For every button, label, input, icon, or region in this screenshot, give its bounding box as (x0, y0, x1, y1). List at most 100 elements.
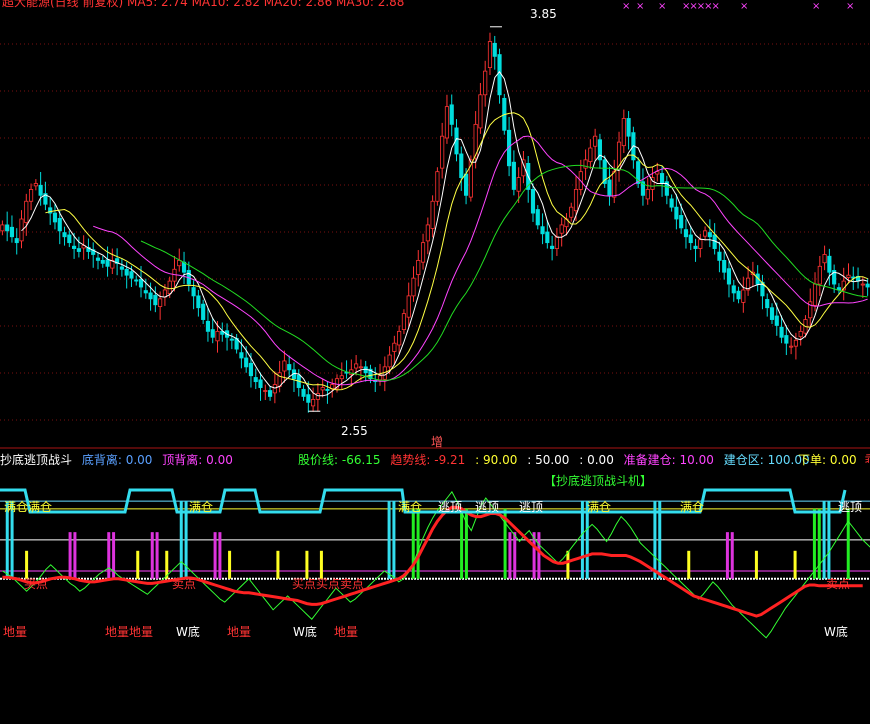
candle-body (550, 245, 555, 249)
prepare-build-bar (725, 532, 729, 579)
trend-line-label: 趋势线 (390, 453, 427, 467)
candle-body (339, 375, 344, 380)
candle-body (0, 224, 5, 232)
price-line-value: -66.15 (341, 453, 381, 467)
candle-body (511, 161, 516, 190)
low-volume-label: 地量地量 (105, 625, 154, 639)
candle-body (28, 189, 34, 202)
top-marker-7: × (846, 1, 855, 12)
candle-body (703, 230, 708, 237)
candle-body (540, 226, 545, 235)
candle-body (822, 254, 827, 264)
candle-body (812, 283, 818, 306)
prepare-build-bar (155, 532, 159, 579)
candle-body (311, 398, 316, 407)
candle-body (545, 231, 550, 244)
candle-body (354, 363, 359, 369)
chart-canvas (0, 26, 870, 639)
candle-body (5, 224, 10, 232)
candle-body (167, 280, 172, 294)
top-marker-3: × (658, 1, 667, 12)
candle-body (215, 330, 220, 342)
candle-body (554, 236, 559, 249)
candle-body (726, 268, 732, 285)
buy-sell-point-label: 买点买点卖点 (292, 577, 365, 591)
candle-body (569, 206, 574, 218)
candle-body (593, 135, 598, 147)
candle-body (119, 266, 124, 270)
candle-body (588, 147, 593, 163)
prepare-build-bar (513, 532, 517, 579)
candle-body (717, 251, 722, 261)
prepare-build-bar (213, 532, 217, 579)
prepare-build-bar (730, 532, 734, 579)
zeng-marker: 增 (431, 435, 444, 449)
escape-bar (812, 508, 816, 579)
candle-body (645, 189, 650, 200)
order-value: 0.00 (829, 453, 857, 467)
candle-body (244, 357, 249, 368)
candle-body (138, 278, 144, 288)
candle-body (377, 375, 383, 381)
candle-body (320, 387, 325, 391)
build-zone-bar (392, 501, 396, 579)
price-line-label: 股价线 (298, 453, 335, 467)
candle-body (535, 209, 540, 226)
candle-body (817, 265, 822, 285)
indicator-title: 【抄底逃顶战斗机】 (544, 474, 653, 488)
ma-line-ma20 (93, 135, 868, 386)
candle-body (683, 229, 689, 238)
w-bottom-label: W底 (824, 625, 848, 639)
prepare-build-bar (150, 532, 154, 579)
candle-body (478, 94, 483, 129)
top-marker-1: × (622, 1, 631, 12)
candle-body (253, 377, 258, 383)
candle-body (205, 320, 211, 332)
candle-body (741, 289, 746, 303)
candle-body (784, 335, 789, 344)
full-position-label: 满仓 (398, 500, 423, 514)
escape-bar (846, 508, 850, 579)
high-price-label: 3.85 (530, 7, 557, 21)
price-pane-header: 超大能源(日线 前复权) MA5: 2.74 MA10: 2.82 MA20: … (2, 0, 405, 9)
candle-body (765, 299, 770, 309)
candle-body (124, 268, 129, 276)
candle-body (559, 224, 564, 234)
escape-bar (416, 508, 420, 579)
candle-body (358, 366, 363, 369)
candle-body (258, 379, 263, 388)
candle-body (736, 290, 741, 300)
candle-body (707, 232, 712, 238)
candle-body (153, 294, 158, 306)
buy-point-label: 买点 (24, 577, 49, 591)
full-position-label: 满仓 (189, 500, 214, 514)
candle-body (679, 215, 684, 229)
candle-body (688, 234, 693, 244)
candle-body (210, 329, 215, 338)
candle-body (229, 338, 234, 341)
indicator-name: 抄底逃顶战斗 (0, 453, 73, 467)
stock-chart-window: { "top_header": { "text": "超大能源(日线 前复权) … (0, 0, 870, 724)
candle-body (282, 360, 287, 372)
prepare-build-bar (68, 532, 72, 579)
candle-body (76, 248, 81, 252)
candle-body (38, 184, 43, 196)
candle-body (607, 179, 612, 196)
candle-body (444, 106, 450, 139)
candle-body (693, 245, 698, 249)
order-bar (566, 550, 570, 579)
order-bar (276, 550, 280, 579)
w-bottom-label: W底 (176, 625, 200, 639)
candle-body (191, 287, 196, 297)
full-position-label: 满仓 (587, 500, 612, 514)
candle-body (134, 279, 139, 282)
candle-body (406, 295, 411, 318)
order-bar (228, 550, 232, 579)
indicator-stats: 股价线: -66.15 趋势线: -9.21 : 90.00 : 50.00 :… (298, 453, 810, 467)
order-stat: 下单: 0.00乖 (798, 451, 870, 468)
top-marker-5: × (740, 1, 749, 12)
indicator-header: 抄底逃顶战斗 底背离: 0.00 顶背离: 0.00 (0, 453, 233, 467)
candle-body (722, 259, 727, 273)
candle-body (272, 384, 277, 394)
candle-body (440, 135, 445, 169)
